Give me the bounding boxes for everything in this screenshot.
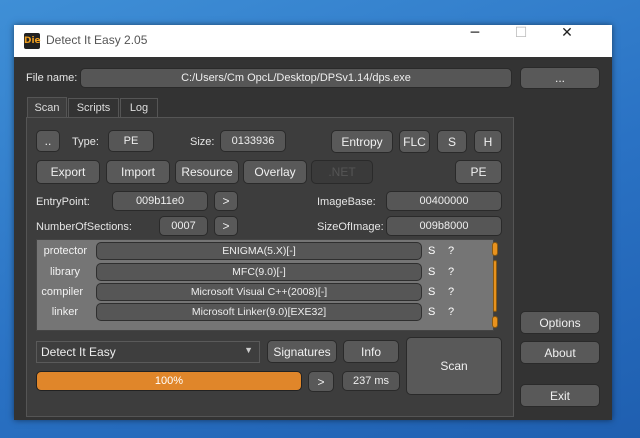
- detection-type: library: [50, 266, 80, 278]
- entropy-button[interactable]: Entropy: [331, 130, 393, 153]
- h-button[interactable]: H: [474, 130, 502, 153]
- imagebase-label: ImageBase:: [317, 196, 376, 208]
- type-label: Type:: [72, 136, 99, 148]
- minimize-button[interactable]: ─: [452, 25, 498, 57]
- sizeofimage-value: 009b8000: [386, 216, 502, 236]
- chevron-down-icon: ▼: [244, 345, 253, 355]
- window-title: Detect It Easy 2.05: [46, 33, 148, 47]
- scroll-up-knob[interactable]: [492, 242, 498, 256]
- import-button[interactable]: Import: [106, 160, 170, 184]
- signatures-button[interactable]: Signatures: [267, 340, 337, 363]
- detection-name[interactable]: Microsoft Visual C++(2008)[-]: [96, 283, 422, 301]
- tab-scan[interactable]: Scan: [27, 97, 67, 117]
- maximize-button[interactable]: ☐: [498, 25, 544, 57]
- detection-info-button[interactable]: ?: [448, 245, 454, 257]
- detection-type: compiler: [41, 286, 83, 298]
- exit-button[interactable]: Exit: [520, 384, 600, 407]
- detection-type: linker: [51, 306, 78, 318]
- net-button[interactable]: .NET: [311, 160, 373, 184]
- progress-bar: 100%: [36, 371, 302, 391]
- detection-s-button[interactable]: S: [428, 266, 435, 278]
- detection-info-button[interactable]: ?: [448, 266, 454, 278]
- flc-button[interactable]: FLC: [399, 130, 430, 153]
- file-path-field[interactable]: C:/Users/Cm OpcL/Desktop/DPSv1.14/dps.ex…: [80, 68, 512, 88]
- browse-button[interactable]: ...: [520, 67, 600, 89]
- options-button[interactable]: Options: [520, 311, 600, 334]
- detection-name[interactable]: Microsoft Linker(9.0)[EXE32]: [96, 303, 422, 321]
- database-select-value: Detect It Easy: [41, 345, 116, 359]
- sections-value: 0007: [159, 216, 208, 236]
- detection-name[interactable]: MFC(9.0)[-]: [96, 263, 422, 281]
- app-window: Die Detect It Easy 2.05 ─ ☐ ✕ File name:…: [14, 25, 612, 420]
- app-icon: Die: [24, 33, 41, 49]
- s-button[interactable]: S: [437, 130, 467, 153]
- entrypoint-arrow-button[interactable]: >: [214, 191, 238, 211]
- detection-info-button[interactable]: ?: [448, 306, 454, 318]
- export-button[interactable]: Export: [36, 160, 100, 184]
- entrypoint-value: 009b11e0: [112, 191, 208, 211]
- detection-name[interactable]: ENIGMA(5.X)[-]: [96, 242, 422, 260]
- title-bar: Die Detect It Easy 2.05 ─ ☐ ✕: [14, 25, 612, 57]
- detections-table: protector ENIGMA(5.X)[-] S ? library MFC…: [36, 239, 494, 331]
- resource-button[interactable]: Resource: [175, 160, 239, 184]
- detection-info-button[interactable]: ?: [448, 286, 454, 298]
- tab-log[interactable]: Log: [120, 98, 158, 117]
- sections-label: NumberOfSections:: [36, 221, 132, 233]
- progress-arrow-button[interactable]: >: [308, 371, 334, 392]
- info-button[interactable]: Info: [343, 340, 399, 363]
- detection-s-button[interactable]: S: [428, 306, 435, 318]
- close-button[interactable]: ✕: [544, 25, 590, 57]
- scroll-down-knob[interactable]: [492, 316, 498, 328]
- detection-s-button[interactable]: S: [428, 245, 435, 257]
- size-label: Size:: [190, 136, 215, 148]
- progress-text: 100%: [154, 375, 184, 387]
- entrypoint-label: EntryPoint:: [36, 196, 90, 208]
- detection-s-button[interactable]: S: [428, 286, 435, 298]
- size-value: 0133936: [220, 130, 286, 152]
- scan-button[interactable]: Scan: [406, 337, 502, 395]
- dots-button[interactable]: ..: [36, 130, 60, 152]
- sizeofimage-label: SizeOfImage:: [317, 221, 384, 233]
- tab-scripts[interactable]: Scripts: [68, 98, 119, 117]
- imagebase-value: 00400000: [386, 191, 502, 211]
- scroll-thumb[interactable]: [493, 260, 497, 312]
- pe-button[interactable]: PE: [455, 160, 502, 184]
- detection-type: protector: [43, 245, 87, 257]
- detections-scrollbar[interactable]: [492, 242, 498, 328]
- about-button[interactable]: About: [520, 341, 600, 364]
- sections-arrow-button[interactable]: >: [214, 216, 238, 236]
- scan-time: 237 ms: [342, 371, 400, 391]
- database-select[interactable]: Detect It Easy ▼: [36, 341, 260, 363]
- overlay-button[interactable]: Overlay: [243, 160, 307, 184]
- type-value: PE: [108, 130, 154, 152]
- file-name-label: File name:: [26, 72, 78, 84]
